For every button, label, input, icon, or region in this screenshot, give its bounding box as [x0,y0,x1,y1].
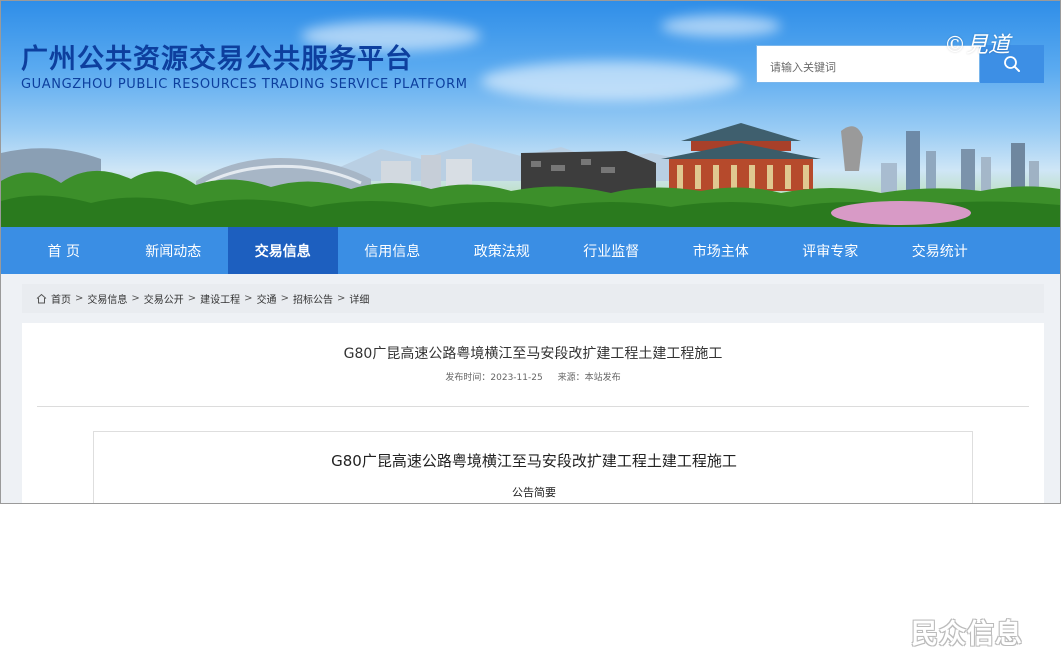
breadcrumb-separator: > [131,293,140,304]
nav-item-statistics[interactable]: 交易统计 [885,227,995,274]
article-panel: G80广昆高速公路粤境横江至马安段改扩建工程土建工程施工 发布时间：2023-1… [22,323,1044,503]
breadcrumb-separator: > [244,293,253,304]
site-title: 广州公共资源交易公共服务平台 [21,44,413,75]
breadcrumb: 首页 > 交易信息 > 交易公开 > 建设工程 > 交通 > 招标公告 > 详细 [22,284,1044,313]
nav-item-home[interactable]: 首 页 [9,227,119,274]
divider [37,406,1029,407]
home-icon [36,293,47,304]
nav-item-market-entities[interactable]: 市场主体 [666,227,776,274]
document-box: G80广昆高速公路粤境横江至马安段改扩建工程土建工程施工 公告简要 [93,431,973,503]
city-skyline-illustration [1,123,1060,227]
header-banner: 广州公共资源交易公共服务平台 GUANGZHOU PUBLIC RESOURCE… [1,1,1060,227]
breadcrumb-trading-info[interactable]: 交易信息 [87,291,127,306]
breadcrumb-separator: > [75,293,84,304]
breadcrumb-transport[interactable]: 交通 [257,291,277,306]
publish-time: 发布时间：2023-11-25 [445,373,543,383]
nav-item-policy[interactable]: 政策法规 [447,227,557,274]
breadcrumb-construction[interactable]: 建设工程 [200,291,240,306]
breadcrumb-separator: > [280,293,289,304]
article-source: 来源：本站发布 [557,373,621,383]
nav-item-trading-info[interactable]: 交易信息 [228,227,338,274]
document-section-heading: 公告简要 [512,486,556,499]
site-subtitle: GUANGZHOU PUBLIC RESOURCES TRADING SERVI… [21,77,468,92]
nav-item-news[interactable]: 新闻动态 [119,227,229,274]
document-title: G80广昆高速公路粤境横江至马安段改扩建工程土建工程施工 [331,452,737,470]
breadcrumb-separator: > [187,293,197,304]
watermark-logo: ©見道 [944,33,1011,58]
main-nav: 首 页 新闻动态 交易信息 信用信息 政策法规 行业监督 市场主体 评审专家 交… [1,227,1060,274]
breadcrumb-trading-public[interactable]: 交易公开 [144,291,184,306]
article-meta: 发布时间：2023-11-25 来源：本站发布 [22,370,1044,383]
nav-item-credit-info[interactable]: 信用信息 [338,227,448,274]
article-title: G80广昆高速公路粤境横江至马安段改扩建工程土建工程施工 [343,346,723,362]
nav-item-experts[interactable]: 评审专家 [776,227,886,274]
cloud-decoration [661,15,781,37]
cloud-decoration [481,61,741,101]
nav-item-supervision[interactable]: 行业监督 [557,227,667,274]
breadcrumb-current: 详细 [349,295,370,306]
breadcrumb-home[interactable]: 首页 [51,291,71,306]
breadcrumb-separator: > [336,293,346,304]
browser-frame: 广州公共资源交易公共服务平台 GUANGZHOU PUBLIC RESOURCE… [0,0,1061,504]
footer-watermark: 民众信息 [911,619,1023,650]
breadcrumb-tender-notice[interactable]: 招标公告 [293,291,333,306]
